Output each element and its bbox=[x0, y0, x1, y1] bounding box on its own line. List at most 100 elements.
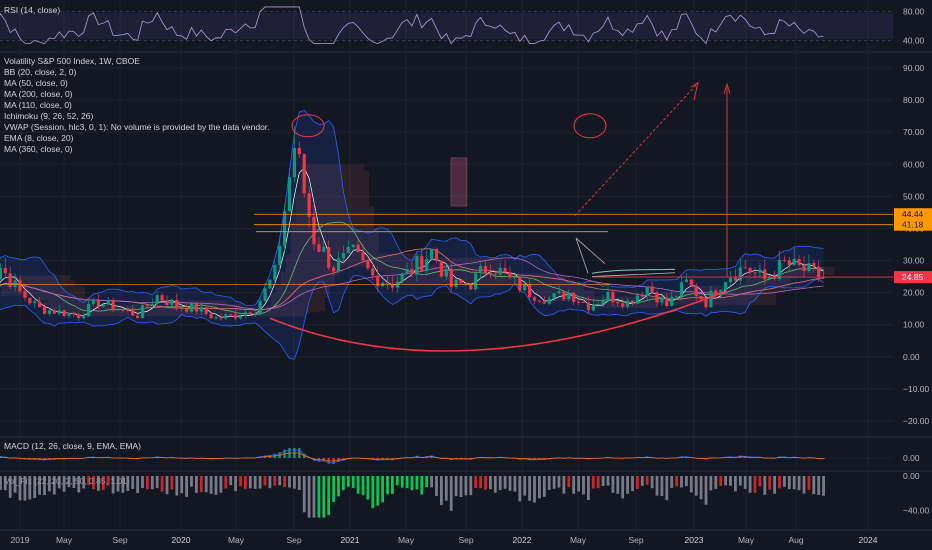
candle-body bbox=[523, 284, 527, 291]
vol-fix-bar bbox=[719, 476, 723, 487]
vol-fix-bar bbox=[680, 476, 683, 488]
vol-fix-bar bbox=[449, 476, 453, 511]
vol-fix-bar bbox=[366, 476, 370, 500]
time-tick-label: 2021 bbox=[341, 535, 360, 545]
candle-body bbox=[189, 303, 194, 312]
candle-body bbox=[733, 277, 737, 281]
candle-body bbox=[444, 268, 448, 277]
time-tick-label: 2019 bbox=[11, 535, 30, 545]
indicator-vwap[interactable]: VWAP (Session, hlc3, 0, 1): No volume is… bbox=[4, 122, 270, 133]
candle-body bbox=[185, 307, 189, 312]
candle-body bbox=[503, 267, 507, 273]
candle-body bbox=[777, 259, 782, 279]
vol-fix-bar bbox=[420, 476, 424, 495]
vol-fix-bar bbox=[361, 476, 365, 496]
candle-body bbox=[67, 312, 71, 316]
time-tick-label: Sep bbox=[458, 535, 473, 545]
vol-fix-bar bbox=[332, 476, 335, 503]
time-tick-label: 2022 bbox=[513, 535, 532, 545]
candle-body bbox=[150, 303, 154, 307]
vol-fix-bar bbox=[258, 476, 262, 489]
chart-title[interactable]: Volatility S&P 500 Index, 1W, CBOE bbox=[4, 56, 140, 67]
vol-fix-bar bbox=[199, 476, 203, 493]
vol-fix-bar bbox=[513, 476, 517, 492]
vol-fix-bar bbox=[410, 476, 414, 491]
candle-body bbox=[797, 258, 801, 266]
vol-fix-bar bbox=[444, 476, 448, 501]
vol-fix-bar bbox=[689, 476, 693, 493]
candle-body bbox=[601, 300, 605, 304]
vol-fix-bar bbox=[229, 476, 233, 486]
candle-body bbox=[341, 252, 345, 259]
candle-body bbox=[175, 299, 179, 308]
indicator-ichimoku[interactable]: Ichimoku (9, 26, 52, 26) bbox=[4, 111, 93, 122]
vol-fix-bar bbox=[469, 476, 473, 496]
rsi-band bbox=[0, 12, 893, 40]
candle-body bbox=[616, 302, 620, 304]
vol-fix-bar bbox=[459, 476, 463, 498]
indicator-ma50[interactable]: MA (50, close, 0) bbox=[4, 78, 68, 89]
vol-fix-bar bbox=[484, 476, 487, 490]
candle-body bbox=[469, 284, 473, 290]
candle-body bbox=[346, 247, 350, 253]
candle-body bbox=[229, 314, 233, 316]
candle-body bbox=[684, 279, 688, 283]
candle-body bbox=[660, 297, 664, 303]
candle-body bbox=[57, 310, 61, 314]
vol-fix-bar bbox=[567, 476, 571, 488]
candle-body bbox=[454, 279, 458, 287]
vol-fix-bar bbox=[577, 476, 580, 492]
vol-fix-bar bbox=[660, 476, 664, 497]
vol-fix-bar bbox=[146, 476, 149, 490]
vol-tick-label: −40.00 bbox=[903, 506, 930, 516]
vol-fix-bar bbox=[508, 476, 512, 491]
candle-body bbox=[312, 216, 316, 245]
vol-fix-bar bbox=[425, 476, 429, 488]
indicator-ema8[interactable]: EMA (8, close, 20) bbox=[4, 133, 73, 144]
candle-body bbox=[787, 260, 791, 266]
vol-fix-bar bbox=[165, 476, 169, 495]
rsi-tick-label: 80.00 bbox=[903, 6, 925, 16]
candle-body bbox=[812, 263, 816, 267]
candle-body bbox=[253, 313, 257, 315]
time-tick-label: 2023 bbox=[685, 535, 704, 545]
candle-body bbox=[224, 314, 228, 319]
candle-body bbox=[738, 267, 742, 281]
indicator-ma200[interactable]: MA (200, close, 0) bbox=[4, 89, 73, 100]
vol-fix-bar bbox=[498, 476, 502, 491]
candle-body bbox=[611, 291, 615, 303]
candle-body bbox=[214, 317, 218, 319]
candle-body bbox=[630, 300, 635, 304]
candle-body bbox=[591, 304, 595, 311]
projection-line-2 bbox=[591, 272, 676, 277]
candle-body bbox=[675, 296, 679, 298]
vol-fix-bar bbox=[342, 476, 345, 491]
vol-fix-bar bbox=[783, 476, 786, 487]
cloud-segment bbox=[829, 266, 835, 276]
candle-body bbox=[621, 303, 625, 307]
candle-body bbox=[420, 256, 424, 271]
candle-body bbox=[155, 295, 159, 304]
candle-body bbox=[513, 277, 517, 279]
macd-line bbox=[0, 449, 824, 464]
vol-fix-bar bbox=[195, 476, 198, 493]
macd-signal-line bbox=[0, 452, 824, 462]
candle-body bbox=[165, 300, 169, 305]
vol-fix-bar bbox=[273, 476, 277, 486]
candle-body bbox=[160, 295, 164, 301]
time-tick-label: 2020 bbox=[172, 535, 191, 545]
price-tick-label: 90.00 bbox=[903, 63, 925, 73]
macd-panel-label: MACD (12, 26, close, 9, EMA, EMA) bbox=[4, 441, 141, 451]
vol-fix-bar bbox=[244, 476, 247, 489]
indicator-bb[interactable]: BB (20, close, 2, 0) bbox=[4, 67, 76, 78]
time-tick-label: Sep bbox=[286, 535, 301, 545]
candle-body bbox=[38, 301, 42, 307]
candle-body bbox=[542, 301, 546, 304]
vol-fix-bar bbox=[768, 476, 772, 490]
candle-body bbox=[562, 291, 566, 300]
indicator-ma110[interactable]: MA (110, close, 0) bbox=[4, 100, 72, 111]
vol-fix-bar bbox=[489, 476, 492, 490]
candle-body bbox=[400, 273, 404, 282]
indicator-ma360[interactable]: MA (360, close, 0) bbox=[4, 144, 73, 155]
vol-fix-bar bbox=[812, 476, 816, 495]
